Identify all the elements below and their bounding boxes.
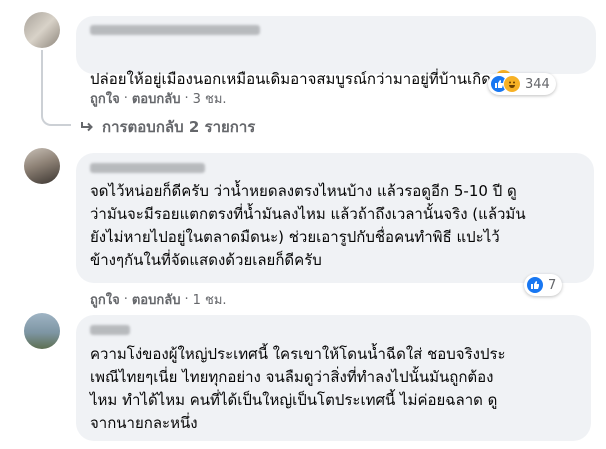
timestamp[interactable]: 3 ชม. (193, 88, 227, 109)
thread-connector (41, 50, 71, 126)
reaction-summary[interactable]: 344 (488, 73, 556, 95)
avatar[interactable] (24, 313, 60, 349)
reaction-summary[interactable]: 7 (524, 274, 563, 296)
reaction-count: 7 (548, 277, 557, 293)
like-button[interactable]: ถูกใจ (90, 88, 120, 109)
comment-actions: ถูกใจ · ตอบกลับ · 3 ชม. (90, 88, 227, 109)
avatar[interactable] (24, 148, 60, 184)
reply-arrow-icon (81, 122, 93, 132)
haha-icon (503, 75, 521, 93)
reaction-count: 344 (525, 76, 550, 92)
comment-text: ปล่อยให้อยู่เมืองนอกเหมือนเดิมอาจสมบูรณ์… (90, 45, 512, 91)
comment-text: จดไว้หน่อยก็ดีครับ ว่าน้ำหยดลงตรงไหนบ้าง… (90, 182, 526, 269)
comment-1: ปล่อยให้อยู่เมืองนอกเหมือนเดิมอาจสมบูรณ์… (0, 0, 606, 140)
author-name[interactable] (90, 25, 260, 35)
comment-2: จดไว้หน่อยก็ดีครับ ว่าน้ำหยดลงตรงไหนบ้าง… (0, 140, 606, 308)
avatar[interactable] (24, 12, 60, 48)
author-name[interactable] (90, 163, 205, 173)
like-icon (526, 276, 544, 294)
reply-button[interactable]: ตอบกลับ (132, 88, 181, 109)
comment-3: ความโง่ของผู้ใหญ่ประเทศนี้ ใครเขาให้โดนน… (0, 305, 606, 449)
author-name[interactable] (90, 325, 130, 335)
comment-text: ความโง่ของผู้ใหญ่ประเทศนี้ ใครเขาให้โดนน… (90, 345, 506, 432)
view-replies-button[interactable]: การตอบกลับ 2 รายการ (80, 115, 255, 139)
